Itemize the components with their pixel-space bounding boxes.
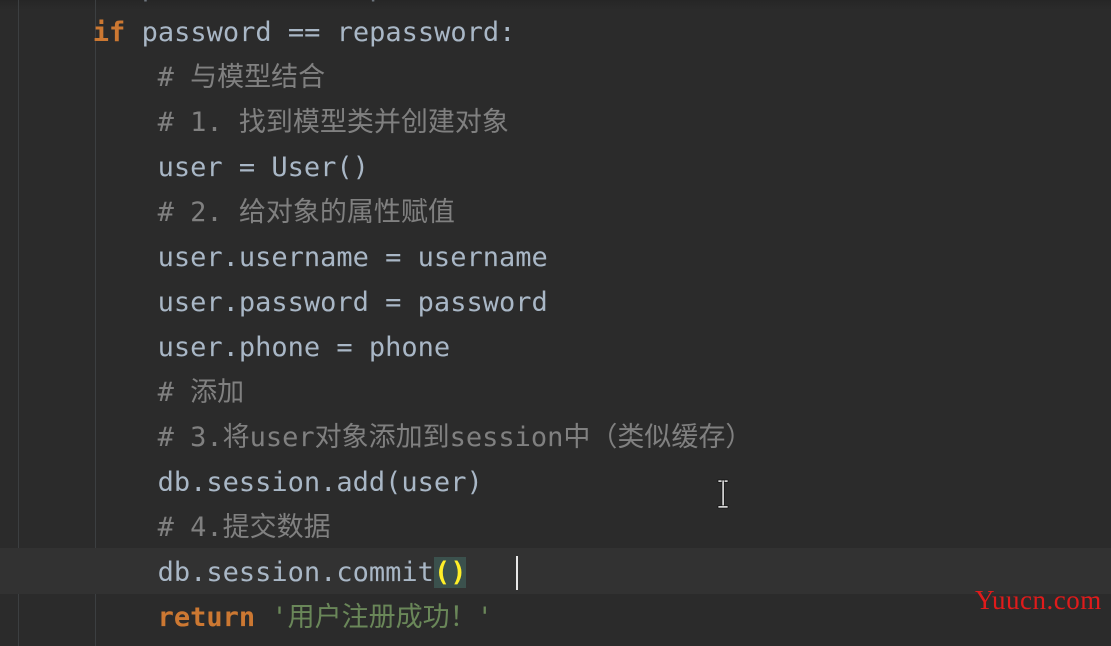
code-token-comment: # 与模型结合 <box>157 62 326 93</box>
code-token-string: '用户注册成功！' <box>271 602 493 633</box>
code-line[interactable]: return '用户注册成功！' <box>28 595 1111 640</box>
code-line[interactable]: # 与模型结合 <box>28 55 1111 100</box>
code-lines-container[interactable]: if password == repassword: # 与模型结合 # 1. 找到… <box>28 10 1111 640</box>
code-token-comment: # 3.将user对象添加到session中（类似缓存） <box>157 422 753 453</box>
code-token-plain: db.session.add(user) <box>157 467 483 498</box>
code-line[interactable]: if password == repassword: <box>28 10 1111 55</box>
code-line[interactable]: user.username = username <box>28 235 1111 280</box>
code-token-plain: user.password = password <box>157 287 548 318</box>
code-line[interactable]: user = User() <box>28 145 1111 190</box>
code-line[interactable]: # 1. 找到模型类并创建对象 <box>28 100 1111 145</box>
code-line[interactable]: # 2. 给对象的属性赋值 <box>28 190 1111 235</box>
clipped-previous-line: if password == repassword: <box>28 0 516 10</box>
code-line[interactable]: # 3.将user对象添加到session中（类似缓存） <box>28 415 1111 460</box>
code-line[interactable]: db.session.add(user) <box>28 460 1111 505</box>
code-token-keyword: if <box>92 17 126 48</box>
code-token-comment: # 4.提交数据 <box>157 512 331 543</box>
code-token-comment: # 1. 找到模型类并创建对象 <box>157 107 509 138</box>
code-token-keyword: return <box>157 602 256 633</box>
code-editor-viewport[interactable]: if password == repassword: if password =… <box>0 0 1111 646</box>
code-line[interactable]: db.session.commit() <box>28 550 1111 595</box>
code-token-plain: user = User() <box>157 152 369 183</box>
code-line[interactable]: # 添加 <box>28 370 1111 415</box>
code-token-comment: # 2. 给对象的属性赋值 <box>157 197 455 228</box>
code-token-bracket-highlight: () <box>433 557 467 588</box>
code-token-plain: db.session.commit <box>157 557 434 588</box>
code-token-plain: user.username = username <box>157 242 548 273</box>
indent-guide-level-1 <box>18 0 19 646</box>
code-line[interactable]: user.password = password <box>28 280 1111 325</box>
code-token-plain: user.phone = phone <box>157 332 451 363</box>
code-line[interactable]: user.phone = phone <box>28 325 1111 370</box>
code-line[interactable]: # 4.提交数据 <box>28 505 1111 550</box>
code-token-plain: password == repassword: <box>125 17 516 48</box>
code-token-comment: # 添加 <box>157 377 245 408</box>
